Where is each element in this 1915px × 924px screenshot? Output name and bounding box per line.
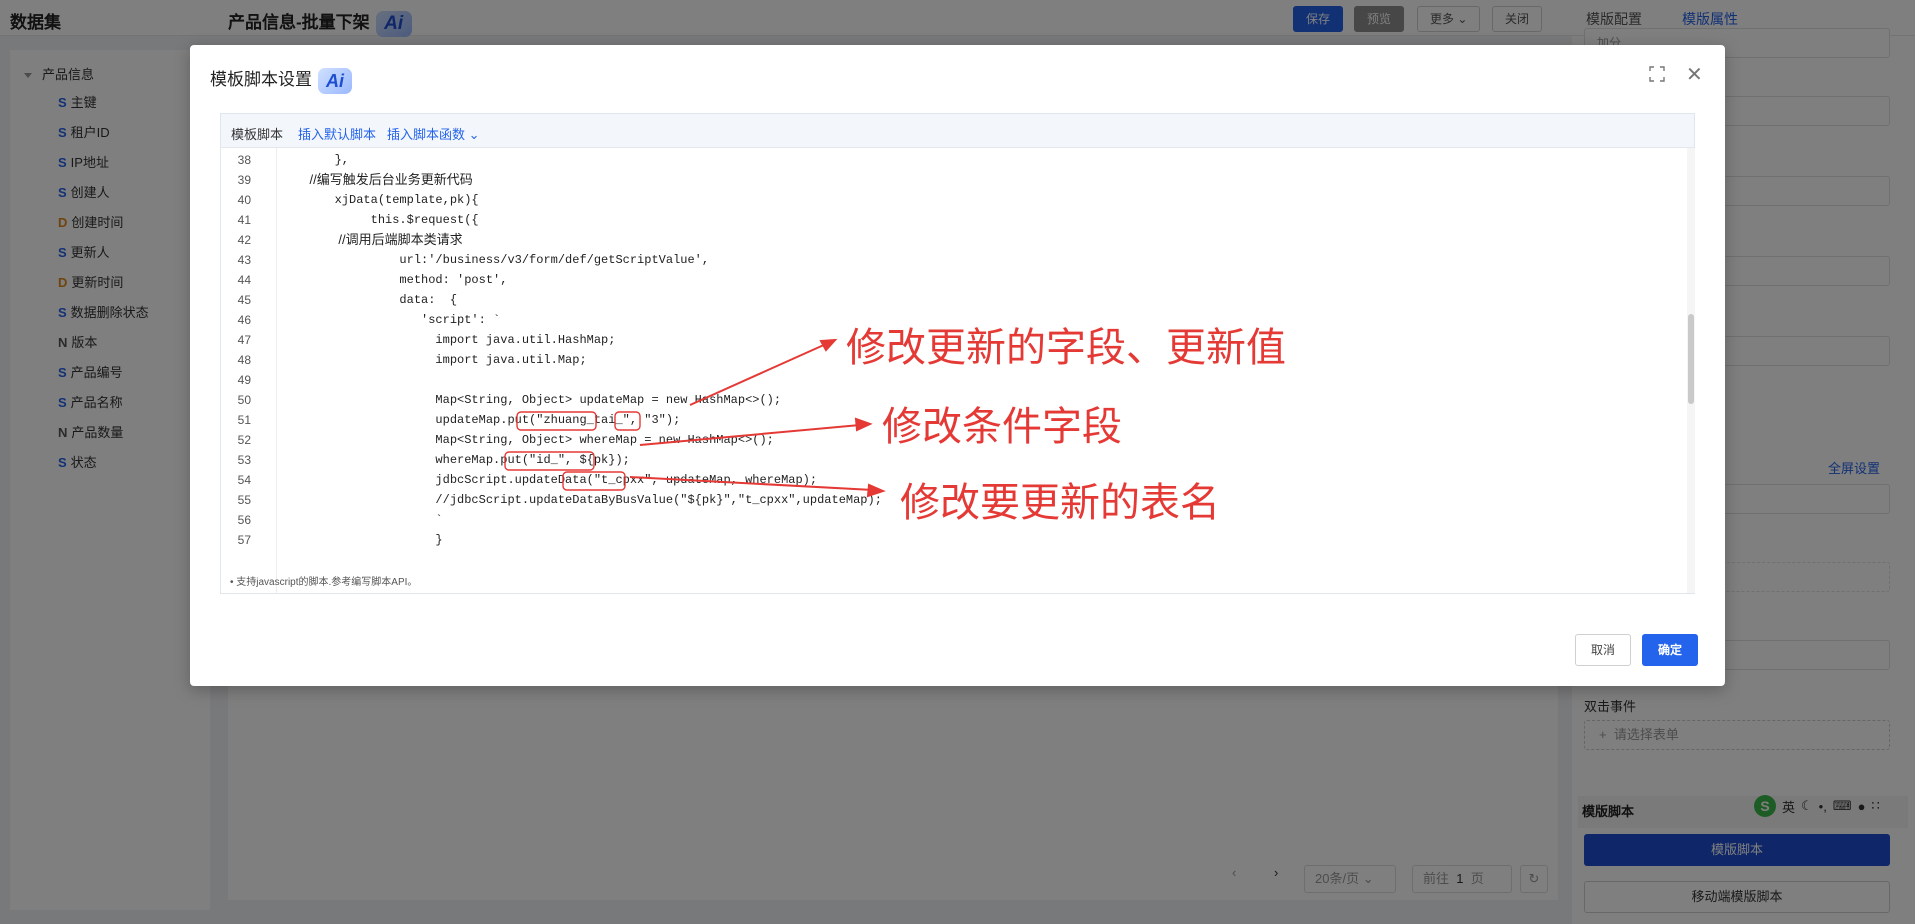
code-text[interactable]: } <box>277 530 442 550</box>
insert-script-function-label: 插入脚本函数 <box>387 127 466 142</box>
code-line[interactable]: 49 <box>221 370 1661 390</box>
code-text[interactable]: jdbcScript.updateData("t_cpxx", updateMa… <box>277 470 817 490</box>
line-number: 51 <box>237 413 251 427</box>
code-text[interactable]: xjData(template,pk){ <box>277 190 479 210</box>
scrollbar-thumb[interactable] <box>1688 314 1694 404</box>
editor-toolbar: 模板脚本 插入默认脚本 插入脚本函数 ⌄ <box>221 114 1694 148</box>
code-line[interactable]: 57 } <box>221 530 1661 550</box>
code-text[interactable]: method: 'post', <box>277 270 507 290</box>
code-text[interactable]: import java.util.HashMap; <box>277 330 615 350</box>
code-line[interactable]: 39 //编写触发后台业务更新代码 <box>221 170 1661 190</box>
line-number: 57 <box>237 533 251 547</box>
code-text[interactable]: import java.util.Map; <box>277 350 586 370</box>
confirm-button[interactable]: 确定 <box>1642 634 1698 666</box>
line-number: 39 <box>237 173 251 187</box>
dialog-title-text: 模板脚本设置 <box>210 70 312 89</box>
line-number: 44 <box>237 273 251 287</box>
code-line[interactable]: 42 //调用后端脚本类请求 <box>221 230 1661 250</box>
code-text[interactable]: Map<String, Object> updateMap = new Hash… <box>277 390 781 410</box>
code-text[interactable]: }, <box>277 150 349 170</box>
line-number: 42 <box>237 233 251 247</box>
code-line[interactable]: 45 data: { <box>221 290 1661 310</box>
code-text[interactable]: Map<String, Object> whereMap = new HashM… <box>277 430 773 450</box>
fullscreen-icon[interactable] <box>1649 66 1665 82</box>
code-text[interactable]: //调用后端脚本类请求 <box>277 230 462 250</box>
line-number: 48 <box>237 353 251 367</box>
code-text[interactable]: data: { <box>277 290 457 310</box>
line-number: 49 <box>237 373 251 387</box>
code-text[interactable]: this.$request({ <box>277 210 479 230</box>
code-text[interactable]: 'script': ` <box>277 310 500 330</box>
code-text[interactable]: updateMap.put("zhuang_tai_", "3"); <box>277 410 680 430</box>
code-text[interactable]: url:'/business/v3/form/def/getScriptValu… <box>277 250 709 270</box>
line-number: 52 <box>237 433 251 447</box>
code-text[interactable]: //编写触发后台业务更新代码 <box>277 170 473 190</box>
dialog-title: 模板脚本设置 Ai <box>210 65 352 94</box>
line-number: 47 <box>237 333 251 347</box>
code-line[interactable]: 41 this.$request({ <box>221 210 1661 230</box>
annotation-label: 修改条件字段 <box>882 405 1122 449</box>
line-number: 41 <box>237 213 251 227</box>
line-number: 53 <box>237 453 251 467</box>
code-line[interactable]: 43 url:'/business/v3/form/def/getScriptV… <box>221 250 1661 270</box>
insert-default-script-link[interactable]: 插入默认脚本 <box>298 124 376 143</box>
code-line[interactable]: 53 whereMap.put("id_", ${pk}); <box>221 450 1661 470</box>
line-number: 56 <box>237 513 251 527</box>
insert-script-function-dropdown[interactable]: 插入脚本函数 ⌄ <box>387 124 480 143</box>
script-help-note: • 支持javascript的脚本.参考编写脚本API。 <box>230 577 418 588</box>
line-number: 40 <box>237 193 251 207</box>
code-line[interactable]: 38 }, <box>221 150 1661 170</box>
annotation-label: 修改要更新的表名 <box>900 481 1220 525</box>
code-text[interactable]: //jdbcScript.updateDataByBusValue("${pk}… <box>277 490 881 510</box>
code-line[interactable]: 40 xjData(template,pk){ <box>221 190 1661 210</box>
line-number: 45 <box>237 293 251 307</box>
line-number: 55 <box>237 493 251 507</box>
ai-icon[interactable]: Ai <box>318 67 352 94</box>
close-icon[interactable]: ✕ <box>1686 62 1703 87</box>
line-number: 38 <box>237 153 251 167</box>
annotation-label: 修改更新的字段、更新值 <box>846 326 1286 370</box>
tab-template-script[interactable]: 模板脚本 <box>231 124 283 143</box>
line-number: 54 <box>237 473 251 487</box>
chevron-down-icon: ⌄ <box>468 127 480 142</box>
line-number: 46 <box>237 313 251 327</box>
code-text[interactable]: ` <box>277 510 442 530</box>
code-line[interactable]: 44 method: 'post', <box>221 270 1661 290</box>
line-number: 50 <box>237 393 251 407</box>
cancel-button[interactable]: 取消 <box>1575 634 1631 666</box>
line-number: 43 <box>237 253 251 267</box>
code-text[interactable]: whereMap.put("id_", ${pk}); <box>277 450 629 470</box>
